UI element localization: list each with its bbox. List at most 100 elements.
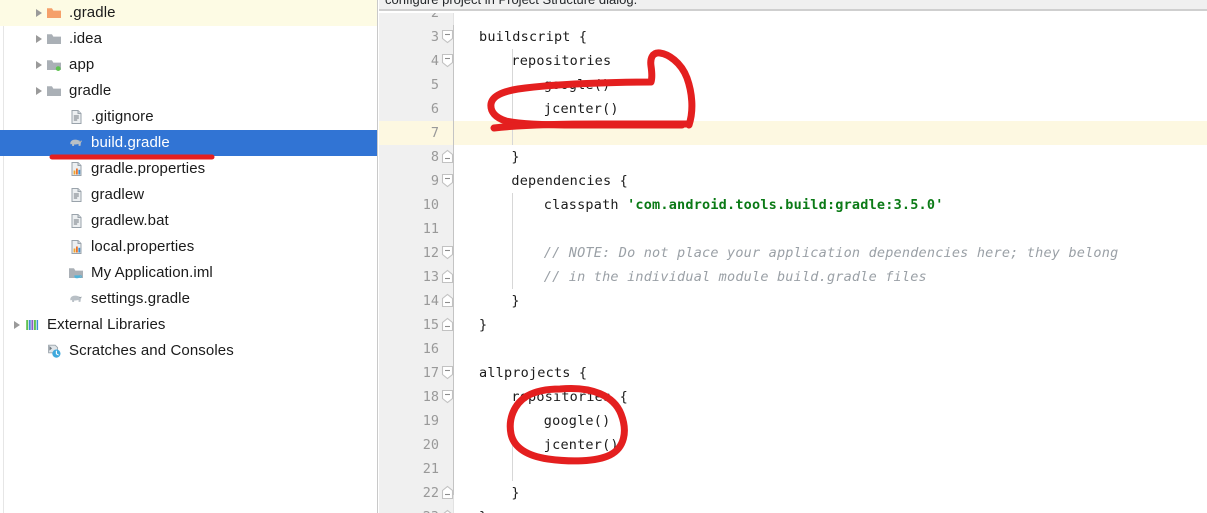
- code-segment: allprojects {: [479, 365, 588, 381]
- properties-file-icon: [67, 234, 85, 260]
- tree-item-label: app: [69, 56, 95, 73]
- code-segment: jcenter(): [543, 437, 619, 453]
- code-line-22[interactable]: 22}: [379, 481, 1207, 505]
- code-text-area[interactable]: 2 3 buildscript {4 repositories 5 google() 6 jc…: [379, 13, 1207, 513]
- gradle-elephant-icon: [67, 130, 85, 156]
- code-line-13[interactable]: 13 // in the individual module build.grad…: [379, 265, 1207, 289]
- tree-item-external-libraries[interactable]: External Libraries: [0, 312, 378, 338]
- code-segment: 'com.android.tools.build:gradle:3.5.0': [627, 197, 944, 213]
- editor-notification-bar[interactable]: configure project in Project Structure d…: [379, 0, 1207, 11]
- tree-item-label: .gradle: [69, 4, 116, 21]
- code-line-2[interactable]: 2: [379, 13, 1207, 25]
- gradle-elephant-icon: [67, 286, 85, 312]
- code-line-5[interactable]: 5 google(): [379, 73, 1207, 97]
- code-line-21[interactable]: 21: [379, 457, 1207, 481]
- tree-item-label: gradle.properties: [91, 160, 206, 177]
- tree-item-gradlew[interactable]: gradlew: [0, 182, 378, 208]
- tree-item-label: Scratches and Consoles: [69, 342, 234, 359]
- code-segment: }: [511, 293, 520, 309]
- line-number: 2: [430, 13, 439, 21]
- tree-item-build-gradle[interactable]: build.gradle: [0, 130, 378, 156]
- tree-item-idea[interactable]: .idea: [0, 26, 378, 52]
- expand-arrow-icon[interactable]: [32, 0, 45, 26]
- line-number: 21: [422, 461, 439, 477]
- tree-item-scratches-and-consoles[interactable]: Scratches and Consoles: [0, 338, 378, 364]
- tree-item-label: .gitignore: [91, 108, 154, 125]
- tree-item-gitignore[interactable]: .gitignore: [0, 104, 378, 130]
- tree-item-local-properties[interactable]: local.properties: [0, 234, 378, 260]
- code-text: // in the individual module build.gradle…: [479, 265, 927, 289]
- tree-item-my-application-iml[interactable]: My Application.iml: [0, 260, 378, 286]
- code-segment: }: [511, 485, 520, 501]
- tree-item-label: gradlew.bat: [91, 212, 169, 229]
- tree-item-settings-gradle[interactable]: settings.gradle: [0, 286, 378, 312]
- project-pane-right-edge: [377, 0, 378, 513]
- notification-text: configure project in Project Structure d…: [385, 0, 637, 7]
- expand-arrow-icon[interactable]: [32, 78, 45, 104]
- code-text: repositories {: [479, 385, 628, 409]
- code-line-17[interactable]: 17 allprojects {: [379, 361, 1207, 385]
- code-line-16[interactable]: 16: [379, 337, 1207, 361]
- code-text: // NOTE: Do not place your application d…: [479, 241, 1118, 265]
- code-line-12[interactable]: 12 // NOTE: Do not place your application…: [379, 241, 1207, 265]
- code-line-10[interactable]: 10 classpath 'com.android.tools.build:gra…: [379, 193, 1207, 217]
- code-segment: }: [511, 149, 520, 165]
- tree-item-app[interactable]: app: [0, 52, 378, 78]
- expand-arrow-icon[interactable]: [32, 26, 45, 52]
- line-number: 19: [422, 413, 439, 429]
- tree-item-label: local.properties: [91, 238, 195, 255]
- folder-orange-icon: [45, 0, 63, 26]
- code-segment: // NOTE: Do not place your application d…: [543, 245, 1119, 261]
- code-line-18[interactable]: 18 repositories {: [379, 385, 1207, 409]
- code-line-7[interactable]: 7: [379, 121, 1207, 145]
- code-line-23[interactable]: 23}: [379, 505, 1207, 513]
- project-tool-window[interactable]: .gradle .idea app gradle .gitignore build.gra…: [0, 0, 378, 513]
- expand-arrow-icon[interactable]: [10, 312, 23, 338]
- tree-item-gradle[interactable]: .gradle: [0, 0, 378, 26]
- indent-guide: [512, 49, 513, 145]
- code-line-15[interactable]: 15}: [379, 313, 1207, 337]
- code-text: }: [479, 145, 520, 169]
- code-line-8[interactable]: 8}: [379, 145, 1207, 169]
- code-text: allprojects {: [479, 361, 587, 385]
- tree-item-gradle[interactable]: gradle: [0, 78, 378, 104]
- code-line-14[interactable]: 14}: [379, 289, 1207, 313]
- iml-module-icon: [67, 260, 85, 286]
- code-segment: dependencies {: [511, 173, 628, 189]
- expand-arrow-icon[interactable]: [32, 52, 45, 78]
- code-line-3[interactable]: 3 buildscript {: [379, 25, 1207, 49]
- code-segment: google(): [543, 77, 611, 93]
- tree-item-gradle-properties[interactable]: gradle.properties: [0, 156, 378, 182]
- code-line-11[interactable]: 11: [379, 217, 1207, 241]
- line-number: 17: [422, 365, 439, 381]
- line-number: 9: [430, 173, 439, 189]
- tree-item-label: .idea: [69, 30, 103, 47]
- code-text: jcenter(): [479, 97, 619, 121]
- code-line-20[interactable]: 20 jcenter(): [379, 433, 1207, 457]
- code-line-9[interactable]: 9 dependencies {: [379, 169, 1207, 193]
- line-number: 7: [430, 125, 439, 141]
- code-text: }: [479, 505, 487, 513]
- project-tree[interactable]: .gradle .idea app gradle .gitignore build.gra…: [0, 0, 378, 364]
- tree-item-label: build.gradle: [91, 134, 170, 151]
- indent-guide: [453, 25, 454, 495]
- tree-item-gradlew-bat[interactable]: gradlew.bat: [0, 208, 378, 234]
- code-text: dependencies {: [479, 169, 628, 193]
- code-line-19[interactable]: 19 google(): [379, 409, 1207, 433]
- tree-item-label: settings.gradle: [91, 290, 191, 307]
- line-number: 6: [430, 101, 439, 117]
- code-text: repositories: [479, 49, 611, 73]
- code-line-4[interactable]: 4 repositories: [379, 49, 1207, 73]
- fold-marker-close[interactable]: [441, 505, 467, 513]
- line-number: 23: [379, 505, 439, 513]
- line-number: 11: [422, 221, 439, 237]
- tree-item-label: My Application.iml: [91, 264, 213, 281]
- code-text: classpath 'com.android.tools.build:gradl…: [479, 193, 944, 217]
- code-segment: // in the individual module build.gradle…: [543, 269, 927, 285]
- code-segment: repositories {: [511, 389, 628, 405]
- code-editor[interactable]: configure project in Project Structure d…: [379, 0, 1207, 513]
- code-line-6[interactable]: 6 jcenter(): [379, 97, 1207, 121]
